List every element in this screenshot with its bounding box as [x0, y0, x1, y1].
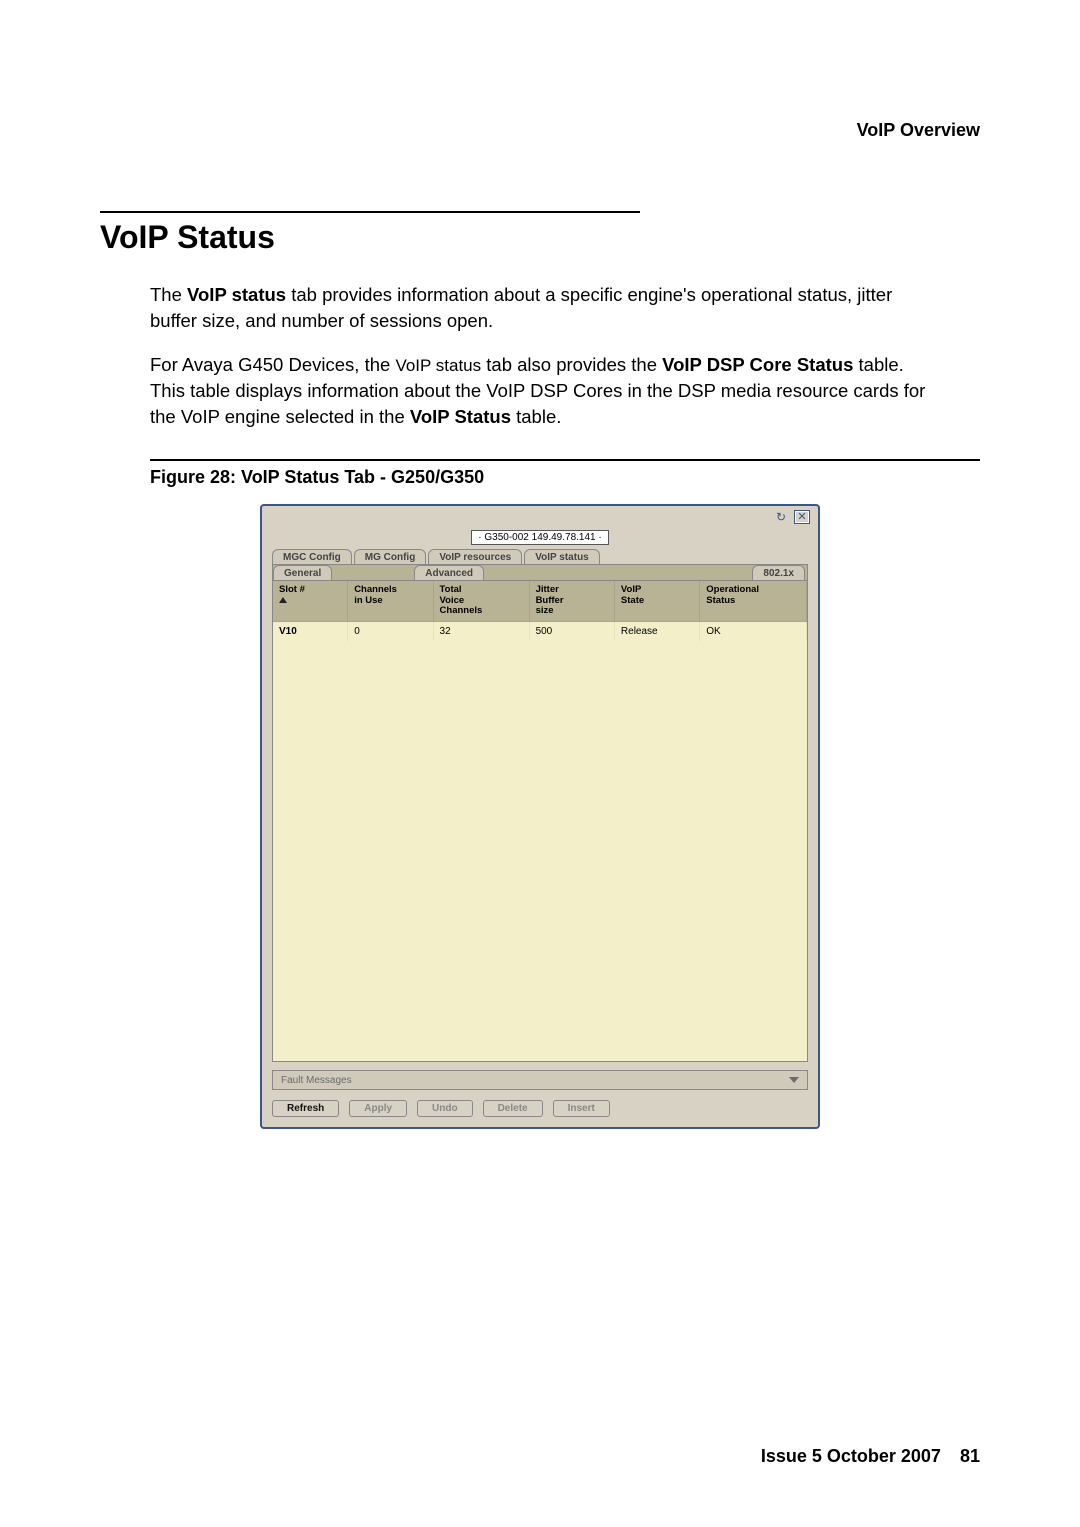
- col-jbs-l2: Buffer: [536, 595, 564, 606]
- col-slot-label: Slot #: [279, 584, 305, 595]
- col-vs-l1: VoIP: [621, 584, 641, 595]
- col-slot[interactable]: Slot #: [273, 581, 348, 621]
- refresh-button[interactable]: Refresh: [272, 1100, 339, 1117]
- tab-advanced[interactable]: Advanced: [414, 565, 484, 580]
- fault-messages-bar[interactable]: Fault Messages: [272, 1070, 808, 1090]
- voip-status-screenshot: ↻ ✕ · G350-002 149.49.78.141 · MGC Confi…: [260, 504, 820, 1129]
- lower-tab-row: General Advanced 802.1x: [272, 564, 808, 580]
- tab-mg-config[interactable]: MG Config: [354, 549, 427, 564]
- window-titlebar: ↻ ✕: [262, 506, 818, 528]
- upper-tab-row: MGC Config MG Config VoIP resources VoIP…: [262, 549, 818, 564]
- col-jitter-buffer-size[interactable]: Jitter Buffer size: [529, 581, 614, 621]
- table-row[interactable]: V10 0 32 500 Release OK: [273, 621, 807, 641]
- p2-bold-1: VoIP DSP Core Status: [662, 354, 853, 375]
- cell-jitter: 500: [529, 621, 614, 641]
- close-icon[interactable]: ✕: [794, 510, 810, 524]
- refresh-icon[interactable]: ↻: [774, 510, 788, 524]
- col-os-l1: Operational: [706, 584, 759, 595]
- running-header: VoIP Overview: [100, 120, 980, 141]
- tab-mgc-config[interactable]: MGC Config: [272, 549, 352, 564]
- table-empty-area: [273, 641, 807, 1062]
- col-channels-in-use[interactable]: Channels in Use: [348, 581, 433, 621]
- voip-status-table: Slot # Channels in Use Total Voice Chann…: [273, 581, 807, 640]
- footer-page-number: 81: [960, 1446, 980, 1466]
- figure-rule: [150, 459, 980, 461]
- col-os-l2: Status: [706, 595, 735, 606]
- col-operational-status[interactable]: Operational Status: [700, 581, 807, 621]
- status-table-area: Slot # Channels in Use Total Voice Chann…: [272, 580, 808, 1062]
- p2-text-g: table.: [511, 406, 561, 427]
- cell-slot: V10: [273, 621, 348, 641]
- cell-voip-state: Release: [614, 621, 699, 641]
- device-address: · G350-002 149.49.78.141 ·: [471, 530, 608, 545]
- col-jbs-l1: Jitter: [536, 584, 559, 595]
- undo-button[interactable]: Undo: [417, 1100, 473, 1117]
- section-title: VoIP Status: [100, 219, 980, 256]
- insert-button[interactable]: Insert: [553, 1100, 610, 1117]
- col-vs-l2: State: [621, 595, 644, 606]
- col-voip-state[interactable]: VoIP State: [614, 581, 699, 621]
- delete-button[interactable]: Delete: [483, 1100, 543, 1117]
- paragraph-1: The VoIP status tab provides information…: [150, 282, 930, 334]
- button-row: Refresh Apply Undo Delete Insert: [272, 1100, 808, 1117]
- tab-general[interactable]: General: [273, 565, 332, 580]
- p1-bold: VoIP status: [187, 284, 286, 305]
- tab-voip-status[interactable]: VoIP status: [524, 549, 600, 564]
- cell-total-voice-channels: 32: [433, 621, 529, 641]
- p2-text-a: For Avaya G450 Devices, the: [150, 354, 395, 375]
- col-ciu-l2: in Use: [354, 595, 383, 606]
- apply-button[interactable]: Apply: [349, 1100, 407, 1117]
- col-tvc-l2: Voice: [440, 595, 465, 606]
- cell-channels-in-use: 0: [348, 621, 433, 641]
- col-ciu-l1: Channels: [354, 584, 397, 595]
- col-total-voice-channels[interactable]: Total Voice Channels: [433, 581, 529, 621]
- p2-text-c: tab also provides the: [481, 354, 662, 375]
- col-tvc-l1: Total: [440, 584, 462, 595]
- p2-small: VoIP status: [395, 356, 481, 375]
- fault-messages-label: Fault Messages: [281, 1075, 352, 1086]
- col-tvc-l3: Channels: [440, 605, 483, 616]
- figure-caption: Figure 28: VoIP Status Tab - G250/G350: [150, 467, 980, 488]
- chevron-down-icon: [789, 1077, 799, 1083]
- address-row: · G350-002 149.49.78.141 ·: [262, 528, 818, 549]
- p2-bold-2: VoIP Status: [410, 406, 511, 427]
- paragraph-2: For Avaya G450 Devices, the VoIP status …: [150, 352, 930, 430]
- section-title-rule: [100, 211, 640, 213]
- cell-op-status: OK: [700, 621, 807, 641]
- col-jbs-l3: size: [536, 605, 554, 616]
- sort-asc-icon: [279, 597, 287, 603]
- tab-voip-resources[interactable]: VoIP resources: [428, 549, 522, 564]
- p1-text-a: The: [150, 284, 187, 305]
- tab-8021x[interactable]: 802.1x: [752, 565, 805, 580]
- page-footer: Issue 5 October 2007 81: [761, 1446, 980, 1467]
- footer-issue: Issue 5 October 2007: [761, 1446, 941, 1466]
